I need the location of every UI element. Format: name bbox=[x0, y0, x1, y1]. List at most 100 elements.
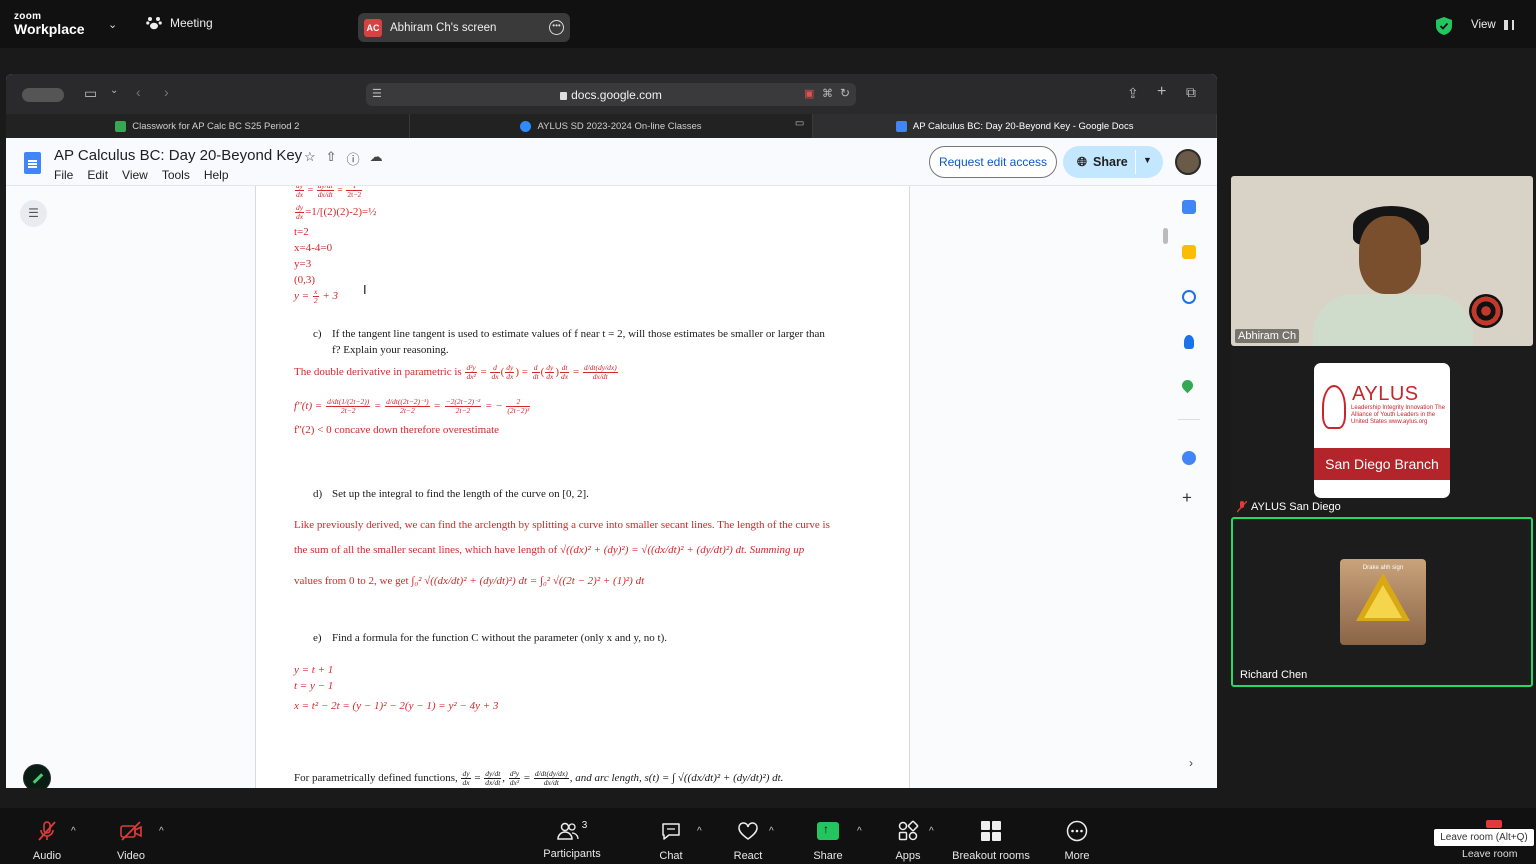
chevron-right-icon[interactable]: › bbox=[1189, 756, 1193, 770]
audio-label: Audio bbox=[32, 850, 62, 862]
aylus-tagline: Leadership Integrity Innovation The Alli… bbox=[1351, 405, 1445, 425]
apps-button[interactable]: Apps bbox=[863, 820, 953, 862]
apps-label: Apps bbox=[895, 850, 921, 862]
tab-google-docs[interactable]: AP Calculus BC: Day 20-Beyond Key - Goog… bbox=[813, 114, 1217, 138]
tab-overview-icon[interactable]: ⧉ bbox=[1186, 84, 1196, 101]
participant-label: AYLUS San Diego bbox=[1237, 501, 1341, 513]
breakout-rooms-label: Breakout rooms bbox=[952, 850, 1030, 862]
star-icon[interactable]: ☆ bbox=[304, 149, 316, 168]
translate-icon[interactable]: ⌘ bbox=[822, 87, 833, 100]
request-edit-access-button[interactable]: Request edit access bbox=[929, 146, 1057, 178]
tab-aylus[interactable]: AYLUS SD 2023-2024 On-line Classes ▭ bbox=[410, 114, 814, 138]
react-options-icon[interactable]: ^ bbox=[769, 826, 774, 837]
more-options-icon[interactable]: ••• bbox=[549, 20, 564, 35]
tab-classwork[interactable]: Classwork for AP Calc BC S25 Period 2 bbox=[6, 114, 410, 138]
scrollbar[interactable] bbox=[1163, 228, 1168, 244]
chat-icon bbox=[662, 823, 680, 840]
participants-button[interactable]: 3 Participants bbox=[527, 820, 617, 860]
formula-footer: For parametrically defined functions, dy… bbox=[294, 769, 784, 787]
menu-view[interactable]: View bbox=[122, 168, 162, 182]
answer-d-line1: Like previously derived, we can find the… bbox=[294, 519, 830, 531]
menu-help[interactable]: Help bbox=[204, 168, 243, 182]
breakout-rooms-button[interactable]: Breakout rooms bbox=[946, 820, 1036, 862]
aylus-branch-banner: San Diego Branch bbox=[1314, 448, 1450, 480]
question-c-line2: f? Explain your reasoning. bbox=[332, 344, 449, 356]
chevron-down-icon[interactable]: ▼ bbox=[1143, 155, 1152, 165]
answer-e-line1: y = t + 1 bbox=[294, 664, 334, 676]
question-d-label: d) bbox=[313, 488, 323, 500]
zoom-logo[interactable]: zoom Workplace bbox=[14, 12, 85, 37]
outline-icon[interactable]: ☰ bbox=[20, 200, 47, 227]
browser-toolbar: ▭ ⌄ ‹ › ☰ docs.google.com ▣ ⌘ ↻ ⇪ + ⧉ bbox=[6, 74, 1217, 114]
presenter-avatar: AC bbox=[364, 18, 382, 37]
chevron-down-icon[interactable]: ⌄ bbox=[108, 18, 117, 31]
tab-label: AP Calculus BC: Day 20-Beyond Key - Goog… bbox=[912, 120, 1134, 132]
document-title[interactable]: AP Calculus BC: Day 20-Beyond Key bbox=[54, 147, 302, 164]
video-tile-richard[interactable]: Drake ahh sign Richard Chen bbox=[1231, 517, 1533, 687]
doc-line: y=3 bbox=[294, 258, 312, 270]
apps-icon bbox=[898, 820, 919, 841]
more-label: More bbox=[1064, 850, 1090, 862]
answer-c-line2: f''(t) = d/dt(1/(2t−2)) 2t−2 = d/dt((2t−2… bbox=[294, 397, 531, 415]
react-button[interactable]: React bbox=[703, 820, 793, 862]
chevron-down-icon[interactable]: ⌄ bbox=[110, 85, 118, 96]
screen-share-pill[interactable]: AC Abhiram Ch's screen ••• bbox=[358, 13, 570, 42]
google-docs-icon[interactable] bbox=[24, 152, 41, 174]
text-cursor-icon: I bbox=[363, 282, 367, 297]
apps-options-icon[interactable]: ^ bbox=[929, 826, 934, 837]
more-button[interactable]: More bbox=[1032, 820, 1122, 862]
recording-icon[interactable]: ▣ bbox=[804, 87, 814, 100]
doc-line: (0,3) bbox=[294, 274, 316, 286]
info-icon[interactable]: ⓘ bbox=[347, 149, 360, 168]
share-options-icon[interactable]: ^ bbox=[857, 826, 862, 837]
move-icon[interactable]: ⇧ bbox=[326, 149, 337, 168]
edit-pen-icon[interactable] bbox=[23, 764, 51, 788]
view-button[interactable]: View bbox=[1471, 19, 1514, 31]
video-options-icon[interactable]: ^ bbox=[159, 826, 164, 837]
audio-options-icon[interactable]: ^ bbox=[71, 826, 76, 837]
participant-video bbox=[1313, 294, 1473, 346]
screen-icon: ▭ bbox=[794, 118, 805, 129]
forward-icon[interactable]: › bbox=[164, 84, 169, 100]
share-button[interactable]: 🌐︎ Share ▼ bbox=[1063, 146, 1163, 178]
sidebar-icon[interactable]: ▭ bbox=[84, 85, 97, 102]
menu-tools[interactable]: Tools bbox=[162, 168, 204, 182]
contacts-icon[interactable] bbox=[1184, 335, 1194, 349]
maps-icon[interactable] bbox=[1179, 377, 1196, 394]
question-c-line1: If the tangent line tangent is used to e… bbox=[332, 328, 825, 340]
new-tab-icon[interactable]: + bbox=[1157, 83, 1166, 101]
share-label: Share bbox=[813, 850, 843, 862]
back-icon[interactable]: ‹ bbox=[136, 84, 141, 100]
add-icon[interactable]: + bbox=[1182, 488, 1192, 508]
tasks-icon[interactable] bbox=[1182, 290, 1196, 304]
tab-label: Classwork for AP Calc BC S25 Period 2 bbox=[132, 120, 300, 132]
keep-icon[interactable] bbox=[1182, 245, 1196, 259]
zoom-top-bar: zoom Workplace ⌄ Meeting AC Abhiram Ch's… bbox=[0, 0, 1536, 48]
question-e-text: Find a formula for the function C withou… bbox=[332, 632, 668, 644]
chat-options-icon[interactable]: ^ bbox=[697, 826, 702, 837]
address-bar[interactable]: ☰ docs.google.com ▣ ⌘ ↻ bbox=[366, 83, 856, 106]
globe-icon: 🌐︎ bbox=[1077, 154, 1088, 169]
window-controls[interactable] bbox=[22, 88, 64, 102]
encryption-shield-icon[interactable] bbox=[1436, 17, 1452, 35]
leave-icon[interactable] bbox=[1486, 820, 1502, 828]
muted-mic-icon bbox=[1237, 501, 1247, 513]
docs-body: ☰ dydx = dy/dtdx/dt = 12t−2 dydx=1/[(2)(… bbox=[6, 186, 1217, 788]
avatar[interactable] bbox=[1175, 149, 1201, 175]
menu-edit[interactable]: Edit bbox=[87, 168, 122, 182]
share-label: Share bbox=[1093, 155, 1128, 169]
document-page[interactable]: dydx = dy/dtdx/dt = 12t−2 dydx=1/[(2)(2)… bbox=[255, 186, 910, 788]
video-tile-aylus[interactable]: AYLUS Leadership Integrity Innovation Th… bbox=[1231, 346, 1533, 516]
audio-button[interactable]: Audio bbox=[2, 820, 92, 862]
share-sheet-icon[interactable]: ⇪ bbox=[1127, 85, 1139, 102]
addon-icon[interactable] bbox=[1182, 451, 1196, 465]
cloud-status-icon[interactable]: ☁ bbox=[370, 149, 383, 168]
warning-sign-icon bbox=[1364, 585, 1402, 618]
menu-file[interactable]: File bbox=[54, 168, 87, 182]
meeting-button[interactable]: Meeting bbox=[146, 16, 213, 30]
leave-room-button[interactable]: Leave room bbox=[1462, 848, 1517, 860]
calendar-icon[interactable] bbox=[1182, 200, 1196, 214]
video-tile-abhiram[interactable]: Abhiram Ch bbox=[1231, 176, 1533, 346]
reload-icon[interactable]: ↻ bbox=[840, 86, 850, 100]
image-caption: Drake ahh sign bbox=[1362, 565, 1404, 571]
